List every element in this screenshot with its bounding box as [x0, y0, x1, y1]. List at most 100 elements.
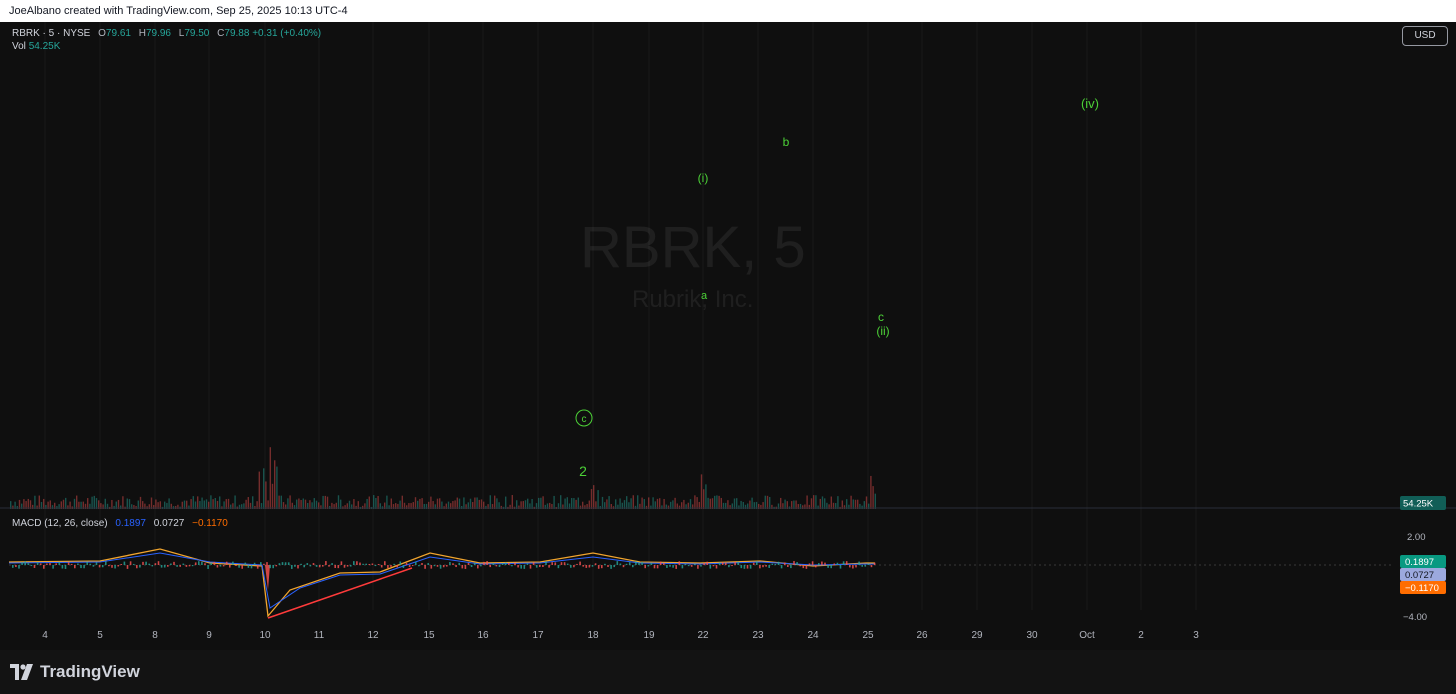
macd-hist-bar	[132, 563, 135, 565]
macd-hist-bar	[737, 561, 739, 565]
macd-badge-value-0: 0.1897	[1405, 557, 1434, 568]
volume-bar	[850, 495, 852, 509]
macd-hist-bar	[656, 565, 659, 569]
macd-hist-bar	[548, 565, 550, 568]
macd-hist-bar	[604, 563, 606, 565]
tradingview-logo[interactable]: TradingView	[10, 662, 140, 682]
macd-hist-bar	[387, 565, 389, 569]
volume-bar	[456, 497, 458, 509]
macd-hist-bar	[486, 561, 488, 565]
volume-bar	[540, 497, 542, 509]
volume-bar	[219, 496, 221, 509]
macd-hist-bar	[309, 565, 312, 567]
macd-hist-bar	[170, 563, 172, 565]
volume-bar	[34, 495, 36, 509]
macd-hist-bar	[492, 563, 495, 565]
macd-hist-bar	[362, 563, 364, 565]
macd-hist-bar	[641, 562, 643, 565]
volume-bar	[386, 495, 388, 509]
macd-hist-bar	[185, 565, 188, 567]
volume-bar	[872, 486, 874, 509]
macd-hist-bar	[511, 565, 513, 567]
macd-hist-bar	[256, 565, 259, 569]
volume-label[interactable]: Vol	[12, 41, 26, 52]
wave-label-4: (ii)	[876, 324, 889, 338]
volume-bar	[870, 475, 872, 509]
macd-hist-bar	[446, 565, 448, 567]
volume-bar	[192, 496, 194, 509]
currency-button[interactable]: USD	[1402, 26, 1448, 46]
macd-hist-bar	[139, 565, 141, 568]
volume-bar	[302, 498, 304, 509]
macd-hist-bar	[473, 562, 476, 565]
volume-bar	[566, 497, 568, 509]
macd-hist-bar	[173, 561, 175, 565]
macd-hist-bar	[108, 565, 110, 567]
volume-bar	[104, 498, 106, 509]
macd-hist-bar	[539, 565, 541, 568]
macd-hist-bar	[101, 565, 104, 568]
macd-hist-bar	[250, 565, 253, 569]
macd-hist-bar	[182, 563, 185, 565]
volume-bar	[329, 505, 331, 509]
volume-bar	[496, 498, 498, 509]
macd-hist-bar	[371, 563, 374, 565]
macd-hist-bar	[216, 565, 219, 568]
volume-bar	[113, 505, 115, 509]
macd-hist-bar	[198, 561, 200, 565]
macd-hist-bar	[852, 565, 854, 569]
macd-hist-bar	[18, 565, 20, 569]
macd-hist-bar	[12, 565, 14, 568]
macd-hist-bar	[653, 565, 656, 569]
macd-hist-bar	[123, 561, 126, 565]
macd-hist-bar	[278, 563, 281, 565]
volume-bar	[254, 505, 256, 509]
chart-canvas[interactable]: 38.20% (81.74) -0.00% (80.88) -23.60% (7…	[0, 22, 1456, 650]
volume-bar	[38, 495, 40, 509]
macd-hist-bar	[666, 565, 668, 568]
volume-bar	[263, 468, 265, 509]
volume-bar	[577, 497, 579, 509]
macd-hist-bar	[380, 565, 383, 568]
macd-hist-bar	[449, 562, 451, 565]
macd-hist-bar	[269, 565, 271, 569]
watermark-symbol: RBRK, 5	[580, 215, 806, 280]
volume-bar	[214, 497, 216, 509]
macd-hist-bar	[864, 565, 867, 567]
macd-hist-bar	[532, 562, 535, 565]
volume-bar	[430, 496, 432, 509]
macd-hist-bar	[610, 565, 612, 569]
macd-hist-bar	[734, 561, 736, 565]
macd-badge-value-1: 0.0727	[1405, 570, 1434, 581]
macd-hist-bar	[663, 563, 665, 565]
macd-hist-bar	[377, 563, 380, 565]
volume-bar	[87, 498, 89, 509]
volume-bar	[590, 489, 593, 509]
volume-bar	[76, 495, 78, 509]
macd-hist-bar	[287, 562, 290, 565]
macd-hist-bar	[70, 563, 73, 565]
macd-hist-bar	[749, 565, 752, 569]
macd-hist-bar	[179, 565, 181, 567]
macd-hist-bar	[322, 565, 324, 567]
macd-badge-value-2: −0.1170	[1405, 583, 1439, 594]
macd-hist-bar	[402, 565, 405, 569]
macd-hist-bar	[111, 565, 113, 568]
macd-hist-bar	[805, 565, 808, 569]
macd-hist-bar	[523, 565, 526, 569]
macd-hist-bar	[297, 565, 299, 569]
tradingview-wordmark: TradingView	[40, 662, 140, 681]
macd-hist-bar	[33, 565, 36, 568]
symbol-title[interactable]: RBRK · 5 · NYSE	[12, 28, 90, 39]
macd-title[interactable]: MACD (12, 26, close)	[12, 518, 108, 529]
macd-hist-bar	[464, 565, 467, 569]
volume-bar	[337, 495, 340, 509]
macd-hist-bar	[573, 565, 575, 568]
macd-hist-bar	[349, 565, 352, 567]
macd-hist-bar	[743, 565, 746, 569]
volume-bar	[560, 495, 562, 509]
volume-bar	[271, 483, 274, 509]
macd-hist-bar	[752, 562, 755, 565]
macd-hist-bar	[821, 561, 823, 565]
macd-hist-bar	[232, 561, 234, 565]
